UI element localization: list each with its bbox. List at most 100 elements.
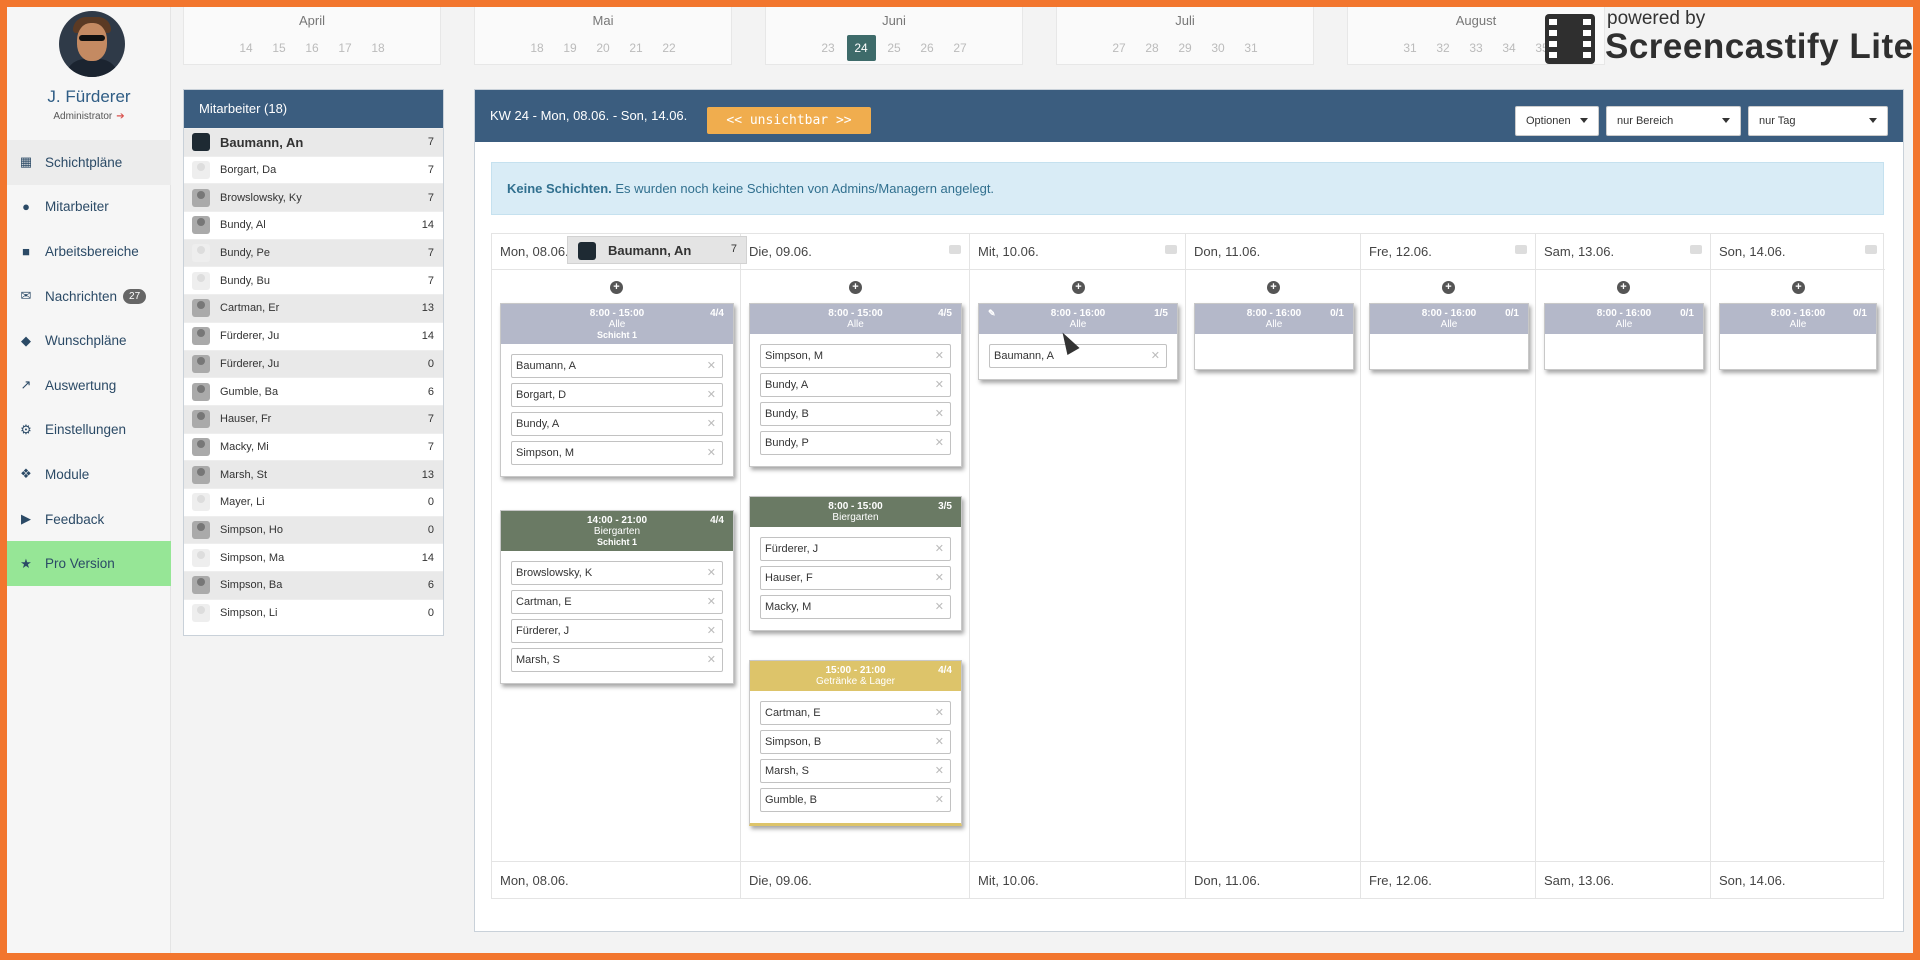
assigned-employee[interactable]: Bundy, A ✕ xyxy=(511,412,723,436)
tag-icon[interactable] xyxy=(1865,245,1877,254)
week-cell[interactable]: 22 xyxy=(655,35,684,61)
employee-row[interactable]: Simpson, Ho 0 xyxy=(184,515,443,544)
shift-card[interactable]: 8:00 - 16:00 0/1 Alle xyxy=(1194,303,1354,370)
assigned-employee[interactable]: Simpson, M ✕ xyxy=(511,441,723,465)
avatar[interactable] xyxy=(59,11,125,77)
options-dropdown[interactable]: Optionen xyxy=(1515,106,1599,136)
add-shift-icon[interactable]: + xyxy=(1792,281,1805,294)
tag-icon[interactable] xyxy=(1165,245,1177,254)
week-cell[interactable]: 31 xyxy=(1396,35,1425,61)
remove-icon[interactable]: ✕ xyxy=(935,378,944,391)
employee-row[interactable]: Fürderer, Ju 0 xyxy=(184,349,443,378)
remove-icon[interactable]: ✕ xyxy=(935,436,944,449)
remove-icon[interactable]: ✕ xyxy=(707,388,716,401)
shift-card[interactable]: 8:00 - 15:00 4/4 Alle Schicht 1 Baumann, … xyxy=(500,303,734,477)
week-cell[interactable]: 28 xyxy=(1138,35,1167,61)
remove-icon[interactable]: ✕ xyxy=(935,793,944,806)
nav-wunschplaene[interactable]: ◆ Wunschpläne xyxy=(7,318,171,363)
remove-icon[interactable]: ✕ xyxy=(935,600,944,613)
employee-row[interactable]: Baumann, An 7 xyxy=(184,128,443,156)
nav-pro-version[interactable]: ★ Pro Version xyxy=(7,541,171,586)
week-cell[interactable]: 14 xyxy=(232,35,261,61)
week-cell[interactable]: 18 xyxy=(523,35,552,61)
week-cell[interactable]: 17 xyxy=(331,35,360,61)
tag-icon[interactable] xyxy=(949,245,961,254)
nav-einstellungen[interactable]: ⚙ Einstellungen xyxy=(7,408,171,453)
add-shift-icon[interactable]: + xyxy=(610,281,623,294)
employee-row[interactable]: Hauser, Fr 7 xyxy=(184,404,443,433)
assigned-employee[interactable]: Fürderer, J ✕ xyxy=(760,537,951,561)
logout-icon[interactable]: ➔ xyxy=(116,111,124,122)
nav-module[interactable]: ❖ Module xyxy=(7,452,171,497)
assigned-employee[interactable]: Marsh, S ✕ xyxy=(760,759,951,783)
remove-icon[interactable]: ✕ xyxy=(935,407,944,420)
assigned-employee[interactable]: Cartman, E ✕ xyxy=(511,590,723,614)
remove-icon[interactable]: ✕ xyxy=(707,417,716,430)
assigned-employee[interactable]: Bundy, P ✕ xyxy=(760,431,951,455)
week-cell[interactable]: 29 xyxy=(1171,35,1200,61)
week-cell[interactable]: 33 xyxy=(1462,35,1491,61)
remove-icon[interactable]: ✕ xyxy=(707,359,716,372)
week-cell-selected[interactable]: 24 xyxy=(846,35,876,61)
shift-card[interactable]: 8:00 - 16:00 0/1 Alle xyxy=(1719,303,1877,370)
remove-icon[interactable]: ✕ xyxy=(935,571,944,584)
employee-row[interactable]: Marsh, St 13 xyxy=(184,460,443,488)
remove-icon[interactable]: ✕ xyxy=(935,735,944,748)
week-cell[interactable]: 31 xyxy=(1237,35,1266,61)
remove-icon[interactable]: ✕ xyxy=(707,595,716,608)
shift-card[interactable]: 14:00 - 21:00 4/4 Biergarten Schicht 1 Br… xyxy=(500,510,734,684)
week-cell[interactable]: 23 xyxy=(814,35,843,61)
day-select[interactable]: nur Tag xyxy=(1748,106,1888,136)
nav-arbeitsbereiche[interactable]: ■ Arbeitsbereiche xyxy=(7,229,171,274)
add-shift-icon[interactable]: + xyxy=(1072,281,1085,294)
assigned-employee[interactable]: Bundy, A ✕ xyxy=(760,373,951,397)
user-name[interactable]: J. Fürderer xyxy=(7,87,171,107)
assigned-employee[interactable]: Simpson, M ✕ xyxy=(760,344,951,368)
employee-row[interactable]: Bundy, Bu 7 xyxy=(184,266,443,294)
nav-auswertung[interactable]: ↗ Auswertung xyxy=(7,363,171,408)
remove-icon[interactable]: ✕ xyxy=(935,542,944,555)
assigned-employee[interactable]: Simpson, B ✕ xyxy=(760,730,951,754)
week-cell[interactable]: 20 xyxy=(589,35,618,61)
tag-icon[interactable] xyxy=(1515,245,1527,254)
assigned-employee[interactable]: Marsh, S ✕ xyxy=(511,648,723,672)
remove-icon[interactable]: ✕ xyxy=(935,349,944,362)
remove-icon[interactable]: ✕ xyxy=(707,446,716,459)
assigned-employee[interactable]: Baumann, A ✕ xyxy=(511,354,723,378)
week-cell[interactable]: 19 xyxy=(556,35,585,61)
assigned-employee[interactable]: Browslowsky, K ✕ xyxy=(511,561,723,585)
unsichtbar-button[interactable]: << unsichtbar >> xyxy=(707,107,871,134)
assigned-employee[interactable]: Borgart, D ✕ xyxy=(511,383,723,407)
remove-icon[interactable]: ✕ xyxy=(707,653,716,666)
week-cell[interactable]: 15 xyxy=(265,35,294,61)
week-cell[interactable]: 21 xyxy=(622,35,651,61)
remove-icon[interactable]: ✕ xyxy=(707,624,716,637)
week-cell[interactable]: 26 xyxy=(913,35,942,61)
nav-schichtplaene[interactable]: ▦ Schichtpläne xyxy=(7,140,171,185)
shift-card[interactable]: 8:00 - 15:00 4/5 Alle Simpson, M ✕ Bundy, … xyxy=(749,303,962,467)
assigned-employee[interactable]: Cartman, E ✕ xyxy=(760,701,951,725)
remove-icon[interactable]: ✕ xyxy=(707,566,716,579)
employee-row[interactable]: Macky, Mi 7 xyxy=(184,432,443,461)
nav-feedback[interactable]: ▶ Feedback xyxy=(7,497,171,542)
week-cell[interactable]: 18 xyxy=(364,35,393,61)
remove-icon[interactable]: ✕ xyxy=(935,706,944,719)
assigned-employee[interactable]: Fürderer, J ✕ xyxy=(511,619,723,643)
employee-row[interactable]: Gumble, Ba 6 xyxy=(184,377,443,405)
assigned-employee[interactable]: Gumble, B ✕ xyxy=(760,788,951,812)
add-shift-icon[interactable]: + xyxy=(1442,281,1455,294)
dragged-employee[interactable]: Baumann, An 7 xyxy=(567,236,747,264)
shift-card[interactable]: 8:00 - 15:00 3/5 Biergarten Fürderer, J ✕ … xyxy=(749,496,962,631)
employee-row[interactable]: Bundy, Al 14 xyxy=(184,211,443,239)
week-cell[interactable]: 30 xyxy=(1204,35,1233,61)
employee-row[interactable]: Cartman, Er 13 xyxy=(184,294,443,322)
assigned-employee[interactable]: Bundy, B ✕ xyxy=(760,402,951,426)
employee-row[interactable]: Fürderer, Ju 14 xyxy=(184,321,443,350)
week-cell[interactable]: 27 xyxy=(946,35,975,61)
employee-row[interactable]: Simpson, Ma 14 xyxy=(184,543,443,571)
nav-nachrichten[interactable]: ✉ Nachrichten 27 xyxy=(7,274,171,319)
shift-card[interactable]: ✎ 8:00 - 16:00 1/5 Alle Baumann, A ✕ xyxy=(978,303,1178,380)
employee-row[interactable]: Borgart, Da 7 xyxy=(184,155,443,184)
shift-card[interactable]: 8:00 - 16:00 0/1 Alle xyxy=(1369,303,1529,370)
employee-row[interactable]: Bundy, Pe 7 xyxy=(184,238,443,267)
